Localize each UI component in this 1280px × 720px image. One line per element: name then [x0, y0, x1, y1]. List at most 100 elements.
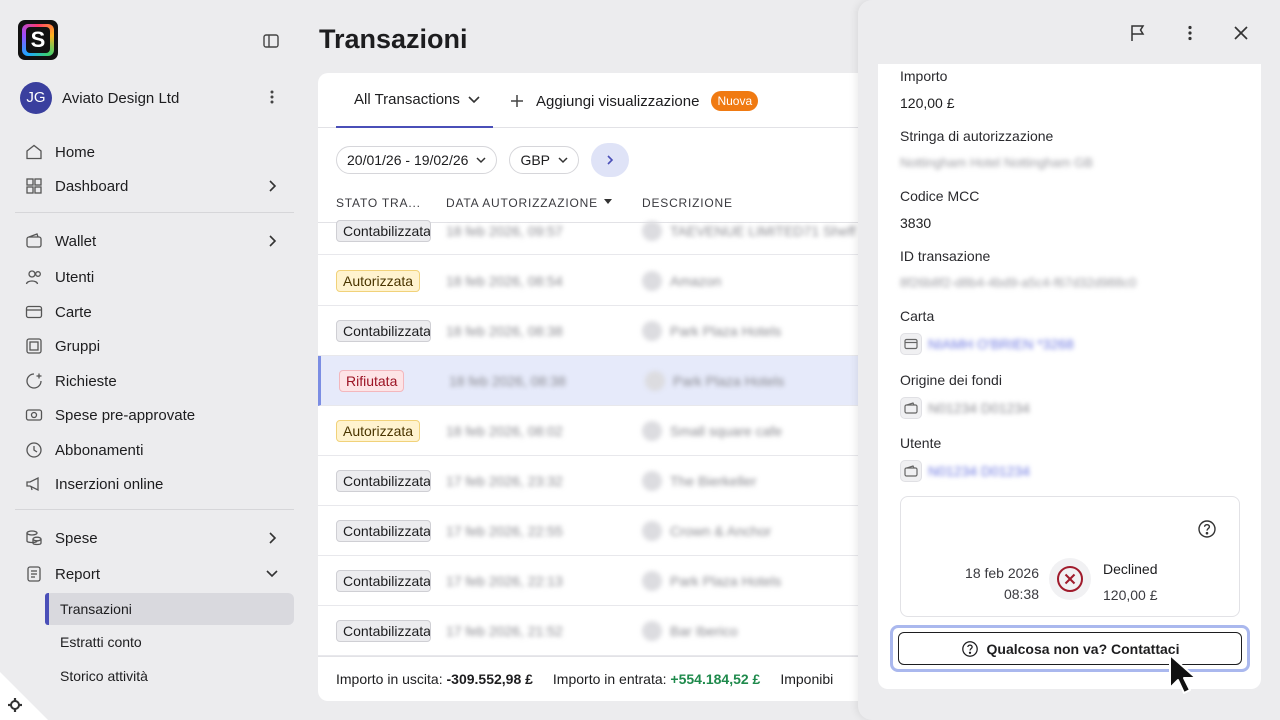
- sidebar-item-users[interactable]: Utenti: [15, 262, 294, 292]
- field-label: Importo: [900, 68, 948, 84]
- org-switcher[interactable]: JG Aviato Design Ltd: [20, 82, 179, 114]
- date-range-filter[interactable]: 20/01/26 - 19/02/26: [336, 146, 498, 174]
- sidebar-subitem-label: Estratti conto: [60, 634, 142, 650]
- chevron-down-icon: [558, 157, 568, 164]
- sidebar-item-subscriptions[interactable]: Abbonamenti: [15, 435, 294, 465]
- sidebar-item-preapproved[interactable]: Spese pre-approvate: [15, 400, 294, 430]
- sidebar-item-label: Spese: [55, 529, 98, 547]
- field-label: Origine dei fondi: [900, 372, 1002, 388]
- column-header-description[interactable]: DESCRIZIONE: [642, 196, 733, 210]
- totals-footer: Importo in uscita: -309.552,98 £ Importo…: [318, 656, 878, 701]
- sidebar-subitem-label: Transazioni: [60, 601, 132, 617]
- field-label: Carta: [900, 308, 935, 324]
- tab-all-transactions[interactable]: All Transactions: [336, 73, 493, 128]
- row-description: Bar Iberico: [642, 621, 738, 641]
- table-row[interactable]: Contabilizzata 18 feb 2026, 08:38 Park P…: [318, 306, 878, 356]
- wallet-icon: [900, 397, 922, 419]
- field-label: Stringa di autorizzazione: [900, 128, 1054, 144]
- row-description: Small square cafe: [642, 421, 782, 441]
- sidebar-item-wallet[interactable]: Wallet: [15, 226, 294, 256]
- filter-bar: 20/01/26 - 19/02/26 GBP: [336, 143, 630, 177]
- sidebar-subitem-statements[interactable]: Estratti conto: [45, 626, 294, 658]
- date-range-value: 20/01/26 - 19/02/26: [347, 152, 469, 168]
- apply-filter-button[interactable]: [591, 143, 630, 177]
- currency-value: GBP: [520, 152, 551, 168]
- sidebar-subitem-transactions[interactable]: Transazioni: [45, 593, 294, 625]
- sidebar-toggle-icon[interactable]: [262, 32, 280, 50]
- more-vertical-icon[interactable]: [264, 88, 280, 106]
- row-date: 17 feb 2026, 22:13: [446, 573, 563, 589]
- sidebar-item-label: Home: [55, 143, 96, 161]
- table-row[interactable]: Contabilizzata 17 feb 2026, 23:32 The Bi…: [318, 456, 878, 506]
- preapproved-spend-icon: [25, 409, 43, 421]
- merchant-icon: [642, 471, 662, 491]
- row-description-text: Park Plaza Hotels: [673, 373, 785, 389]
- megaphone-icon: [26, 476, 39, 492]
- status-badge: Rifiutata: [339, 370, 405, 392]
- users-icon: [25, 270, 41, 285]
- add-view-button[interactable]: Aggiungi visualizzazione Nuova: [510, 91, 759, 111]
- sidebar-item-cards[interactable]: Carte: [15, 297, 294, 327]
- sidebar-item-requests[interactable]: Richieste: [15, 366, 294, 396]
- sidebar-item-dashboard[interactable]: Dashboard: [15, 171, 294, 201]
- wallet-icon: [900, 460, 922, 482]
- table-row[interactable]: Contabilizzata 18 feb 2026, 09:57 TAEVEN…: [318, 210, 878, 255]
- app-logo[interactable]: S: [18, 20, 58, 60]
- row-date: 18 feb 2026, 08:38: [449, 373, 566, 389]
- avatar: JG: [20, 82, 52, 114]
- merchant-icon: [642, 421, 662, 441]
- column-header-status[interactable]: STATO TRA...: [336, 196, 421, 210]
- merchant-icon: [642, 271, 662, 291]
- add-view-label: Aggiungi visualizzazione: [536, 92, 700, 110]
- status-badge: Contabilizzata: [336, 620, 431, 642]
- table-row[interactable]: Contabilizzata 17 feb 2026, 22:13 Park P…: [318, 556, 878, 606]
- inflow-value: +554.184,52 £: [670, 671, 761, 687]
- report-icon: [27, 566, 41, 582]
- groups-icon: [26, 338, 42, 354]
- card-link[interactable]: NIAMH O'BRIEN *3268: [900, 333, 1074, 355]
- row-description: Park Plaza Hotels: [645, 371, 784, 391]
- row-date: 18 feb 2026, 08:54: [446, 273, 563, 289]
- chevron-right-icon: [269, 235, 277, 247]
- divider: [15, 212, 294, 213]
- inflow-label: Importo in entrata:: [552, 671, 667, 687]
- close-icon[interactable]: [1232, 24, 1250, 42]
- row-description-text: The Bierkeller: [670, 473, 757, 489]
- sidebar-item-label: Spese pre-approvate: [55, 406, 196, 424]
- merchant-icon: [645, 371, 665, 391]
- row-date: 17 feb 2026, 22:55: [446, 523, 563, 539]
- taxable-label: Imponibi: [780, 671, 834, 687]
- timeline-date: 18 feb 2026: [965, 565, 1039, 581]
- sidebar-item-online-ads[interactable]: Inserzioni online: [15, 469, 294, 499]
- table-row-selected[interactable]: Rifiutata 18 feb 2026, 08:38 Park Plaza …: [318, 356, 878, 406]
- user-link[interactable]: N01234 D01234: [900, 460, 1030, 482]
- chevron-right-icon: [269, 532, 277, 544]
- view-tabs: All Transactions Aggiungi visualizzazion…: [318, 73, 878, 128]
- table-row[interactable]: Autorizzata 18 feb 2026, 08:02 Small squ…: [318, 406, 878, 456]
- sidebar-item-groups[interactable]: Gruppi: [15, 331, 294, 361]
- sidebar-subitem-activity-log[interactable]: Storico attività: [45, 660, 294, 692]
- currency-filter[interactable]: GBP: [509, 146, 580, 174]
- flag-icon[interactable]: [1129, 24, 1147, 42]
- row-date: 18 feb 2026, 08:38: [446, 323, 563, 339]
- field-label: ID transazione: [900, 248, 991, 264]
- chevron-right-icon: [607, 155, 614, 165]
- sort-desc-icon[interactable]: [604, 199, 612, 205]
- help-icon[interactable]: [1197, 519, 1217, 539]
- sidebar-subitem-label: Storico attività: [60, 668, 148, 684]
- status-badge: Contabilizzata: [336, 570, 431, 592]
- table-row[interactable]: Autorizzata 18 feb 2026, 08:54 Amazon: [318, 256, 878, 306]
- sidebar-item-label: Carte: [55, 303, 92, 321]
- chevron-down-icon: [468, 95, 480, 103]
- sidebar-item-home[interactable]: Home: [15, 137, 294, 167]
- table-row[interactable]: Contabilizzata 17 feb 2026, 22:55 Crown …: [318, 506, 878, 556]
- more-vertical-icon[interactable]: [1181, 24, 1199, 42]
- table-row[interactable]: Contabilizzata 17 feb 2026, 21:52 Bar Ib…: [318, 606, 878, 656]
- column-header-auth-date[interactable]: DATA AUTORIZZAZIONE: [446, 196, 598, 210]
- sidebar-item-label: Dashboard: [55, 177, 129, 195]
- sidebar-item-report[interactable]: Report: [15, 559, 294, 589]
- detail-panel: Importo 120,00 £ Stringa di autorizzazio…: [878, 64, 1261, 689]
- funding-source: N01234 D01234: [900, 397, 1030, 419]
- sidebar-item-expenses[interactable]: Spese: [15, 523, 294, 553]
- settings-gear-icon[interactable]: [0, 672, 48, 720]
